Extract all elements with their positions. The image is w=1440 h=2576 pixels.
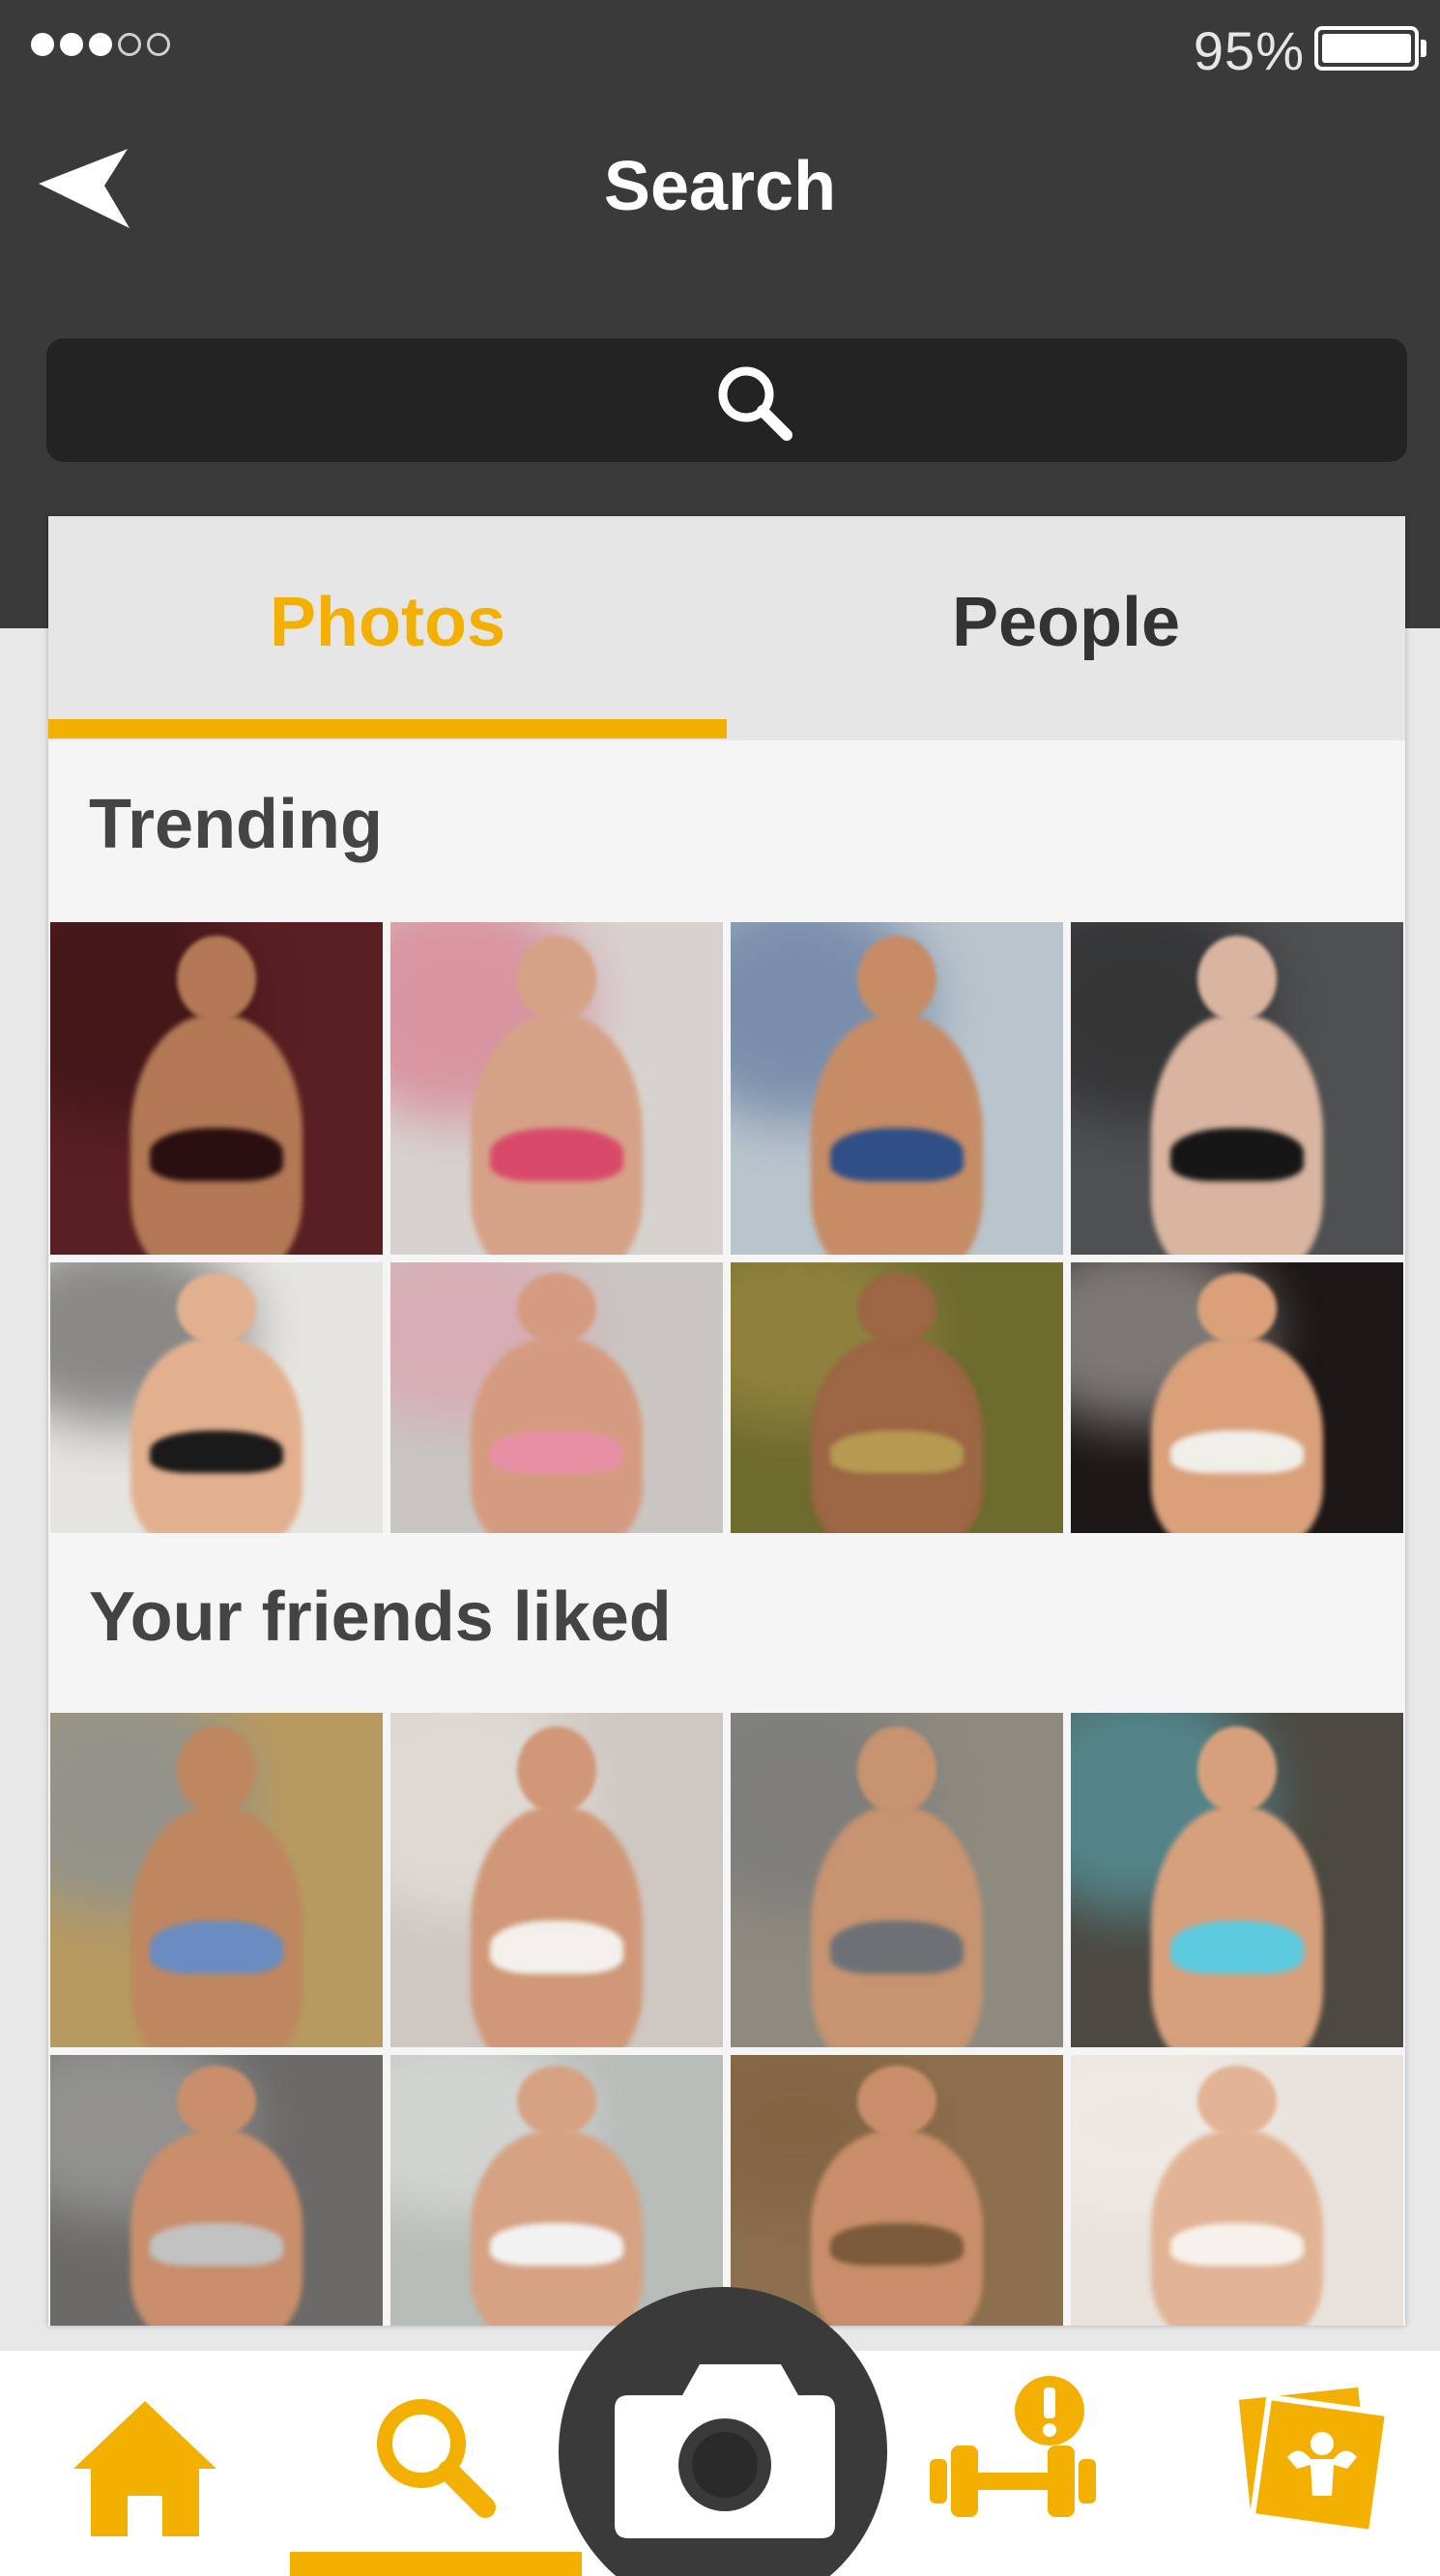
trending-photo-7[interactable]	[731, 1262, 1063, 1533]
trending-photo-5[interactable]	[50, 1262, 383, 1533]
trending-photo-grid	[50, 922, 1403, 1533]
page-title: Search	[603, 148, 837, 225]
battery-percentage: 95%	[1193, 20, 1305, 81]
friends-photo-6[interactable]	[390, 2055, 723, 2326]
search-input[interactable]	[46, 338, 1407, 462]
friends-photo-8[interactable]	[1071, 2055, 1403, 2326]
trending-photo-8[interactable]	[1071, 1262, 1403, 1533]
tab-photos[interactable]: Photos	[48, 516, 727, 740]
friends-photo-2[interactable]	[390, 1713, 723, 2047]
friends-photo-1[interactable]	[50, 1713, 383, 2047]
trending-photo-1[interactable]	[50, 922, 383, 1255]
fitness-card-icon	[1238, 2387, 1392, 2536]
section-title-friends-liked: Your friends liked	[89, 1578, 672, 1656]
search-screen: 95% Search Photos People Trending Your f…	[0, 0, 1440, 2576]
trending-photo-6[interactable]	[390, 1262, 723, 1533]
friends-photo-3[interactable]	[731, 1713, 1063, 2047]
nav-home[interactable]	[58, 2351, 232, 2576]
trending-photo-3[interactable]	[731, 922, 1063, 1255]
home-icon	[73, 2401, 216, 2536]
results-card: Photos People Trending Your friends like…	[48, 516, 1405, 2326]
friends-liked-photo-grid	[50, 1713, 1403, 2326]
tab-people[interactable]: People	[727, 516, 1405, 740]
trending-photo-2[interactable]	[390, 922, 723, 1255]
nav-fitness-cards[interactable]	[1227, 2351, 1401, 2576]
search-icon	[377, 2399, 496, 2518]
friends-photo-4[interactable]	[1071, 1713, 1403, 2047]
active-tab-indicator	[48, 719, 727, 738]
camera-button[interactable]	[559, 2287, 887, 2576]
workout-alert-icon	[930, 2376, 1096, 2517]
section-title-trending: Trending	[89, 786, 383, 863]
camera-icon	[615, 2364, 835, 2538]
battery-icon	[1314, 26, 1426, 71]
signal-strength-icon	[31, 33, 170, 56]
search-icon	[718, 366, 792, 441]
nav-workouts[interactable]	[918, 2351, 1111, 2576]
friends-photo-7[interactable]	[731, 2055, 1063, 2326]
nav-search[interactable]	[348, 2351, 522, 2576]
friends-photo-5[interactable]	[50, 2055, 383, 2326]
active-nav-indicator	[290, 2552, 582, 2576]
trending-photo-4[interactable]	[1071, 922, 1403, 1255]
tab-bar: Photos People	[48, 516, 1405, 740]
status-bar: 95%	[0, 0, 1440, 97]
